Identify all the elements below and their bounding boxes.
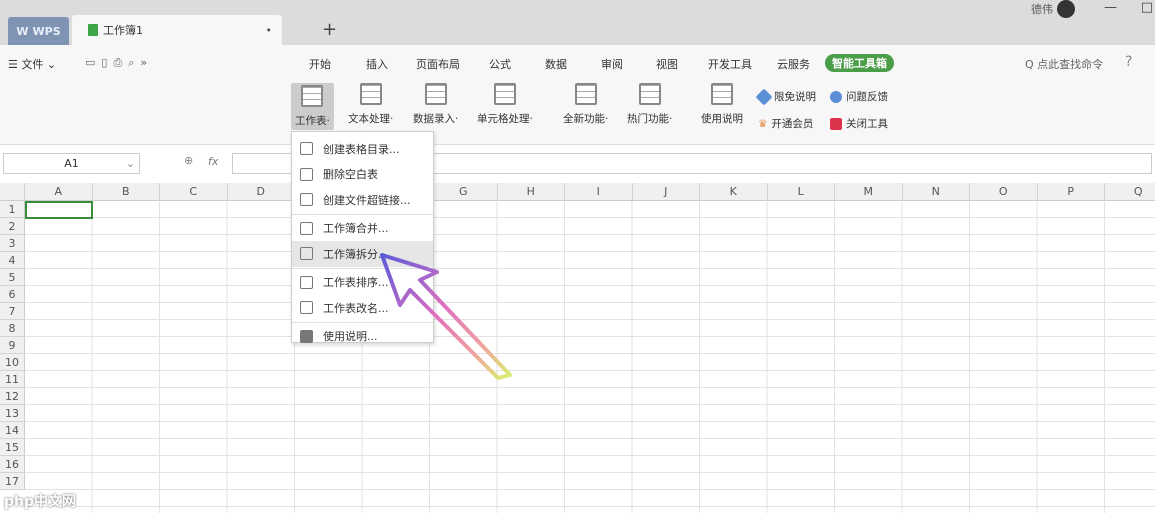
- watermark: php中文网: [4, 494, 77, 510]
- pointer-arrow-annotation: [380, 253, 512, 380]
